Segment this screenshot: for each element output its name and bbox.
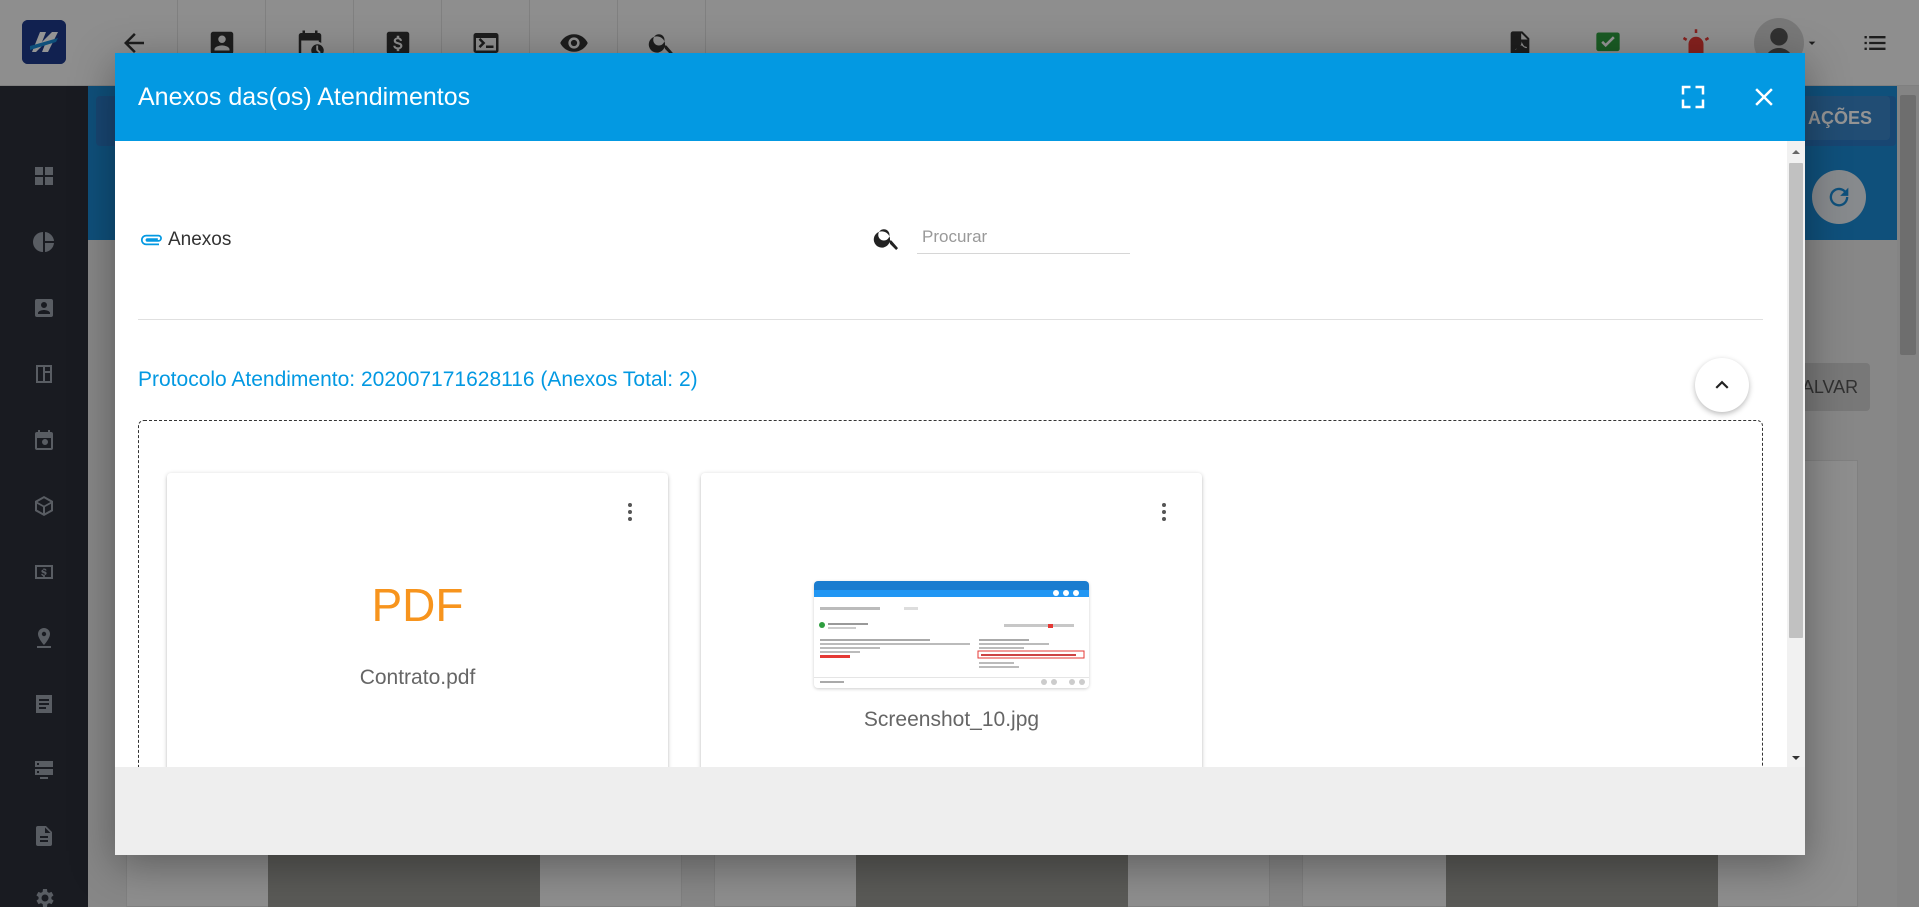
scroll-down-arrow-icon[interactable] <box>1791 753 1801 763</box>
chevron-up-icon <box>1715 380 1729 389</box>
more-vert-icon <box>1162 503 1166 521</box>
screenshot-preview-image <box>814 581 1089 688</box>
anexos-heading: Anexos <box>138 226 231 254</box>
dialog-body: Anexos Protocolo Atendimento: 2020071716… <box>115 141 1787 767</box>
dialog-footer <box>115 767 1805 855</box>
anexos-label: Anexos <box>168 229 232 250</box>
image-thumbnail[interactable] <box>814 581 1089 688</box>
file-name: Screenshot_10.jpg <box>863 708 1040 731</box>
protocol-heading[interactable]: Protocolo Atendimento: 202007171628116 (… <box>138 367 698 393</box>
dialog-title: Anexos das(os) Atendimentos <box>138 83 471 111</box>
fullscreen-button[interactable] <box>1675 79 1711 115</box>
more-options-button[interactable] <box>1152 497 1176 527</box>
attachments-dropzone[interactable]: PDF Contrato.pdf Screenshot_10.jpg <box>138 420 1763 767</box>
fullscreen-icon <box>1681 85 1705 109</box>
attachments-dialog: Anexos das(os) Atendimentos Anexos Proto… <box>115 53 1805 855</box>
dialog-scrollbar-thumb[interactable] <box>1789 163 1803 638</box>
paperclip-icon <box>140 234 162 246</box>
close-button[interactable] <box>1746 79 1782 115</box>
more-options-button[interactable] <box>618 497 642 527</box>
attachment-card[interactable]: PDF Contrato.pdf <box>167 473 668 767</box>
close-icon <box>1755 88 1773 106</box>
more-vert-icon <box>628 503 632 521</box>
scroll-up-arrow-icon[interactable] <box>1791 147 1801 157</box>
attachment-card[interactable]: Screenshot_10.jpg <box>701 473 1202 767</box>
search-input[interactable] <box>917 220 1130 254</box>
pdf-file-badge: PDF <box>371 579 464 631</box>
file-name: Contrato.pdf <box>359 666 476 689</box>
search-icon[interactable] <box>872 223 902 253</box>
dialog-header: Anexos das(os) Atendimentos <box>115 53 1805 141</box>
collapse-button[interactable] <box>1695 358 1749 412</box>
divider <box>138 319 1763 320</box>
